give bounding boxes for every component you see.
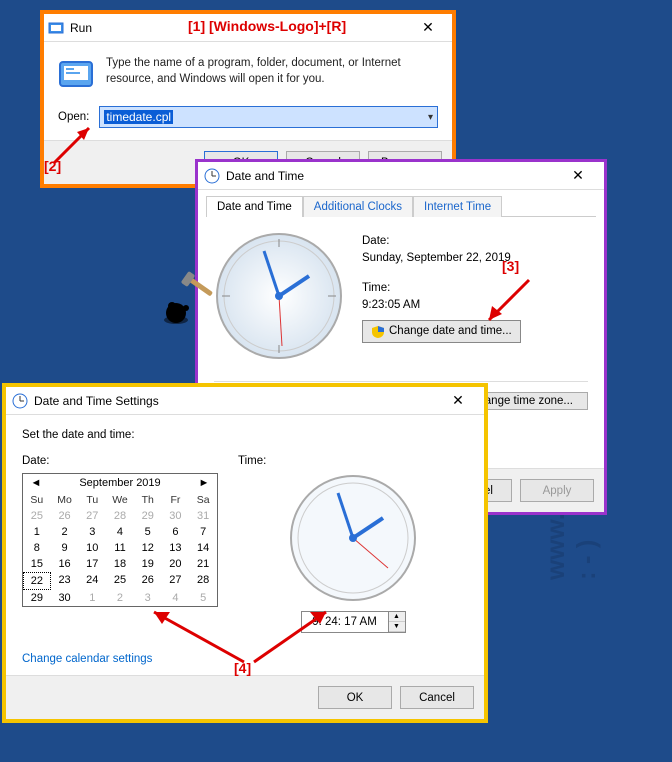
calendar-day[interactable]: 8 bbox=[23, 540, 51, 556]
calendar-day[interactable]: 28 bbox=[189, 572, 217, 590]
close-icon[interactable]: ✕ bbox=[558, 167, 598, 184]
calendar-day[interactable]: 1 bbox=[23, 524, 51, 540]
chevron-down-icon[interactable]: ▾ bbox=[428, 112, 433, 123]
calendar-day[interactable]: 2 bbox=[106, 590, 134, 606]
run-app-icon bbox=[58, 56, 94, 92]
arrow-icon bbox=[44, 118, 104, 168]
calendar-day[interactable]: 18 bbox=[106, 556, 134, 572]
calendar-day[interactable]: 26 bbox=[134, 572, 162, 590]
spin-up-button[interactable]: ▲ bbox=[389, 612, 405, 622]
dts-title: Date and Time Settings bbox=[34, 394, 159, 408]
calendar-dow: Su bbox=[23, 492, 51, 508]
calendar-day[interactable]: 2 bbox=[51, 524, 79, 540]
date-label: Date: bbox=[362, 233, 588, 250]
arrow-icon bbox=[134, 600, 264, 670]
change-calendar-settings-link[interactable]: Change calendar settings bbox=[22, 653, 152, 665]
date-value: Sunday, September 22, 2019 bbox=[362, 250, 588, 267]
calendar-day[interactable]: 13 bbox=[162, 540, 190, 556]
tab-date-time[interactable]: Date and Time bbox=[206, 196, 303, 217]
spin-down-button[interactable]: ▼ bbox=[389, 622, 405, 632]
calendar-day[interactable]: 9 bbox=[51, 540, 79, 556]
calendar-day[interactable]: 30 bbox=[162, 508, 190, 524]
calendar-day[interactable]: 31 bbox=[189, 508, 217, 524]
analog-clock bbox=[214, 231, 344, 361]
run-description: Type the name of a program, folder, docu… bbox=[106, 56, 438, 92]
arrow-icon bbox=[474, 272, 544, 332]
calendar-dow: Mo bbox=[51, 492, 79, 508]
calendar-day[interactable]: 5 bbox=[134, 524, 162, 540]
calendar-day[interactable]: 29 bbox=[23, 590, 51, 606]
calendar-day[interactable]: 20 bbox=[162, 556, 190, 572]
arrow-icon bbox=[246, 600, 356, 670]
calendar-day[interactable]: 27 bbox=[78, 508, 106, 524]
calendar-day[interactable]: 27 bbox=[162, 572, 190, 590]
calendar-day[interactable]: 12 bbox=[134, 540, 162, 556]
dt-title: Date and Time bbox=[226, 169, 304, 183]
calendar-month: September 2019 bbox=[79, 477, 160, 489]
calendar-day[interactable]: 15 bbox=[23, 556, 51, 572]
calendar-dow: We bbox=[106, 492, 134, 508]
open-combobox[interactable]: timedate.cpl ▾ bbox=[99, 106, 438, 128]
calendar-day[interactable]: 14 bbox=[189, 540, 217, 556]
tab-additional-clocks[interactable]: Additional Clocks bbox=[303, 196, 413, 217]
calendar-day[interactable]: 28 bbox=[106, 508, 134, 524]
annotation-1: [1] [Windows-Logo]+[R] bbox=[188, 18, 346, 34]
clock-icon bbox=[204, 168, 220, 184]
calendar-day[interactable]: 3 bbox=[78, 524, 106, 540]
run-icon bbox=[48, 20, 64, 36]
calendar-day[interactable]: 4 bbox=[106, 524, 134, 540]
calendar-day[interactable]: 19 bbox=[134, 556, 162, 572]
run-title: Run bbox=[70, 21, 92, 35]
prev-month-button[interactable]: ◄ bbox=[29, 477, 43, 489]
close-icon[interactable]: ✕ bbox=[408, 19, 448, 36]
calendar[interactable]: ◄ September 2019 ► SuMoTuWeThFrSa2526272… bbox=[22, 473, 218, 607]
calendar-day[interactable]: 23 bbox=[51, 572, 79, 590]
apply-button[interactable]: Apply bbox=[520, 479, 594, 502]
calendar-dow: Tu bbox=[78, 492, 106, 508]
clock-icon bbox=[12, 393, 28, 409]
calendar-day[interactable]: 30 bbox=[51, 590, 79, 606]
time-label: Time: bbox=[238, 455, 266, 467]
calendar-day[interactable]: 24 bbox=[78, 572, 106, 590]
close-icon[interactable]: ✕ bbox=[438, 392, 478, 409]
date-label: Date: bbox=[22, 455, 218, 467]
dts-prompt: Set the date and time: bbox=[22, 429, 468, 441]
calendar-dow: Sa bbox=[189, 492, 217, 508]
dts-titlebar: Date and Time Settings ✕ bbox=[6, 387, 484, 415]
analog-clock bbox=[288, 473, 418, 603]
calendar-day[interactable]: 22 bbox=[23, 572, 51, 590]
calendar-day[interactable]: 7 bbox=[189, 524, 217, 540]
hammer-icon bbox=[154, 268, 224, 338]
dt-titlebar: Date and Time ✕ bbox=[198, 162, 604, 190]
calendar-day[interactable]: 25 bbox=[23, 508, 51, 524]
calendar-day[interactable]: 6 bbox=[162, 524, 190, 540]
calendar-dow: Fr bbox=[162, 492, 190, 508]
tab-internet-time[interactable]: Internet Time bbox=[413, 196, 502, 217]
calendar-day[interactable]: 1 bbox=[78, 590, 106, 606]
calendar-day[interactable]: 25 bbox=[106, 572, 134, 590]
calendar-day[interactable]: 26 bbox=[51, 508, 79, 524]
calendar-day[interactable]: 10 bbox=[78, 540, 106, 556]
calendar-day[interactable]: 21 bbox=[189, 556, 217, 572]
ok-button[interactable]: OK bbox=[318, 686, 392, 709]
next-month-button[interactable]: ► bbox=[197, 477, 211, 489]
shield-icon bbox=[371, 325, 385, 339]
calendar-day[interactable]: 29 bbox=[134, 508, 162, 524]
cancel-button[interactable]: Cancel bbox=[400, 686, 474, 709]
calendar-dow: Th bbox=[134, 492, 162, 508]
calendar-day[interactable]: 17 bbox=[78, 556, 106, 572]
calendar-day[interactable]: 16 bbox=[51, 556, 79, 572]
calendar-day[interactable]: 11 bbox=[106, 540, 134, 556]
open-value: timedate.cpl bbox=[104, 110, 173, 124]
